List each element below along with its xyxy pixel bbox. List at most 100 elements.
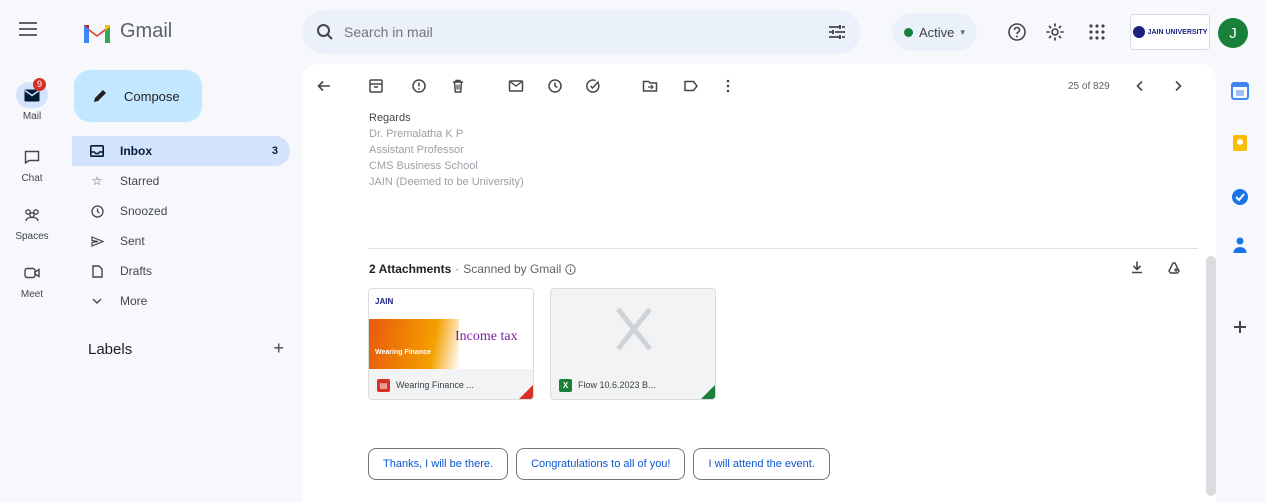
- gmail-m-icon: [84, 24, 110, 43]
- clock-icon: [90, 204, 104, 218]
- status-dot-icon: [904, 27, 913, 37]
- attachment-filename: Flow 10.6.2023 B...: [578, 380, 656, 390]
- signature-line: CMS Business School: [369, 160, 478, 172]
- spaces-icon: [25, 209, 39, 222]
- smart-reply-button[interactable]: I will attend the event.: [693, 448, 830, 480]
- attachments-header: 2 Attachments · Scanned by Gmail: [369, 262, 577, 276]
- search-options-icon[interactable]: [828, 24, 846, 40]
- attachment-card-sheet[interactable]: X Flow 10.6.2023 B...: [550, 288, 716, 400]
- nav-label: Snoozed: [120, 204, 168, 218]
- compose-button[interactable]: Compose: [74, 70, 202, 122]
- smart-reply-button[interactable]: Congratulations to all of you!: [516, 448, 686, 480]
- add-to-drive-icon[interactable]: [1166, 260, 1180, 274]
- labels-heading: Labels: [88, 341, 133, 358]
- rail-label-spaces: Spaces: [15, 231, 49, 242]
- snooze-clock-icon[interactable]: [547, 78, 563, 94]
- nav-label: Sent: [120, 234, 145, 248]
- draft-file-icon: [90, 264, 104, 278]
- pagination-count: 25 of 829: [1068, 81, 1110, 92]
- thumbnail-banner: Wearing Finance: [375, 349, 431, 356]
- thumbnail-orange-band: [369, 319, 459, 369]
- add-label-plus-icon[interactable]: +: [273, 339, 284, 358]
- compose-label: Compose: [124, 88, 180, 104]
- attachments-count: 2 Attachments: [369, 262, 452, 276]
- smart-reply-button[interactable]: Thanks, I will be there.: [368, 448, 509, 480]
- help-icon[interactable]: [1007, 22, 1027, 42]
- nav-label: More: [120, 294, 148, 308]
- thumbnail-word-cloud: Income tax: [455, 329, 518, 344]
- rail-item-spaces[interactable]: Spaces: [0, 202, 64, 242]
- search-icon[interactable]: [316, 23, 334, 41]
- rail-item-meet[interactable]: Meet: [0, 260, 64, 300]
- contacts-icon[interactable]: [1231, 236, 1249, 254]
- thumbnail-brand: JAIN: [375, 297, 394, 306]
- archive-icon[interactable]: [368, 78, 384, 94]
- labels-section-header: Labels +: [88, 339, 284, 358]
- chevron-right-icon[interactable]: [1170, 78, 1186, 94]
- attachment-footer: X Flow 10.6.2023 B...: [551, 369, 715, 399]
- message-toolbar: 25 of 829: [302, 64, 1216, 108]
- rail-label-meet: Meet: [20, 289, 44, 300]
- info-icon[interactable]: [565, 263, 577, 275]
- chevron-down-icon: ▾: [960, 26, 965, 37]
- status-dropdown[interactable]: Active ▾: [892, 13, 977, 51]
- search-bar[interactable]: [302, 10, 860, 54]
- attachment-thumbnail: JAIN Wearing Finance Income tax: [369, 289, 533, 369]
- organization-name: JAIN UNIVERSITY: [1147, 28, 1208, 36]
- mark-unread-mail-icon[interactable]: [508, 78, 524, 94]
- nav-item-starred[interactable]: ☆ Starred: [72, 166, 290, 196]
- inbox-icon: [90, 144, 104, 158]
- back-arrow-icon[interactable]: [316, 78, 332, 94]
- search-input[interactable]: [344, 24, 828, 40]
- nav-label: Drafts: [120, 264, 153, 278]
- calendar-icon[interactable]: [1231, 82, 1249, 100]
- chat-icon: [24, 150, 40, 164]
- rail-item-mail[interactable]: 9 Mail: [0, 78, 64, 122]
- file-type-corner: [699, 383, 715, 399]
- keep-notes-icon[interactable]: [1231, 134, 1249, 152]
- report-spam-icon[interactable]: [411, 78, 427, 94]
- sheets-file-icon: X: [559, 378, 572, 392]
- smart-replies: Thanks, I will be there. Congratulations…: [368, 448, 830, 480]
- add-to-tasks-icon[interactable]: [585, 78, 601, 94]
- settings-gear-icon[interactable]: [1045, 22, 1065, 42]
- app-name: Gmail: [120, 20, 173, 42]
- more-vertical-icon[interactable]: [720, 78, 736, 94]
- nav-item-snoozed[interactable]: Snoozed: [72, 196, 290, 226]
- attachments-actions: [1130, 260, 1180, 274]
- add-plus-icon[interactable]: [1231, 318, 1249, 336]
- spreadsheet-x-icon: [616, 307, 652, 351]
- apps-grid-icon[interactable]: [1087, 22, 1107, 42]
- pencil-icon: [94, 90, 106, 102]
- organization-logo[interactable]: JAIN UNIVERSITY: [1130, 14, 1210, 50]
- download-all-icon[interactable]: [1130, 260, 1144, 274]
- label-tag-icon[interactable]: [683, 78, 699, 94]
- rail-item-chat[interactable]: Chat: [0, 144, 64, 184]
- top-bar: Gmail Active ▾ JAIN UNIVERSITY J: [0, 0, 1266, 64]
- gmail-logo[interactable]: Gmail: [82, 20, 172, 43]
- account-avatar[interactable]: J: [1218, 18, 1248, 48]
- chevron-left-icon[interactable]: [1132, 78, 1148, 94]
- attachment-card-pdf[interactable]: JAIN Wearing Finance Income tax ▤ Wearin…: [368, 288, 534, 400]
- move-to-folder-icon[interactable]: [642, 78, 658, 94]
- delete-trash-icon[interactable]: [450, 78, 466, 94]
- separator-dot: ·: [455, 262, 460, 276]
- email-signature: Regards Dr. Premalatha K P Assistant Pro…: [369, 110, 524, 190]
- university-seal-icon: [1132, 26, 1145, 38]
- status-label: Active: [919, 24, 955, 40]
- nav-label: Starred: [120, 174, 160, 188]
- signature-line: Dr. Premalatha K P: [369, 128, 464, 140]
- attachment-thumbnail: [551, 289, 715, 369]
- tasks-icon[interactable]: [1231, 188, 1249, 206]
- pdf-file-icon: ▤: [377, 378, 390, 392]
- attachment-filename: Wearing Finance ...: [396, 380, 474, 390]
- file-type-corner: [517, 383, 533, 399]
- nav-item-inbox[interactable]: Inbox 3: [72, 136, 290, 166]
- nav-item-sent[interactable]: Sent: [72, 226, 290, 256]
- nav-item-drafts[interactable]: Drafts: [72, 256, 290, 286]
- vertical-scrollbar[interactable]: [1206, 256, 1216, 496]
- main-menu-icon[interactable]: [19, 22, 37, 36]
- send-icon: [90, 234, 104, 248]
- nav-item-more[interactable]: More: [72, 286, 290, 316]
- video-camera-icon: [24, 267, 40, 279]
